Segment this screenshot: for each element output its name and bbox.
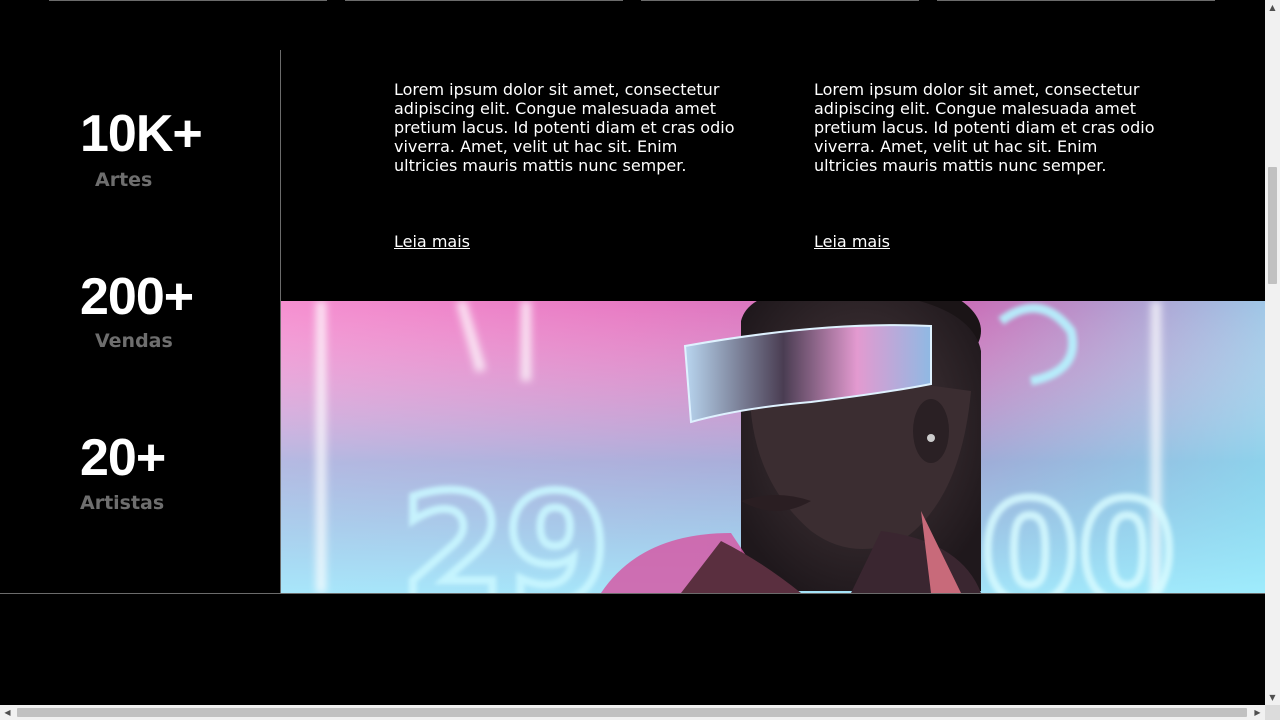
scroll-left-icon[interactable]: ◀ [0,705,15,720]
stat-label-artistas: Artistas [80,492,165,514]
horizontal-scrollbar[interactable]: ◀ ▶ [0,705,1265,720]
hero-image: 29 00 [281,301,1265,593]
horizontal-scroll-thumb[interactable] [17,708,1247,717]
svg-text:00: 00 [981,472,1176,593]
horizontal-divider [0,593,1265,594]
scroll-down-icon[interactable]: ▼ [1265,690,1280,705]
stat-number-vendas: 200+ [80,268,194,326]
neon-digits-left: 29 [401,463,610,593]
card-text-2: Lorem ipsum dolor sit amet, consectetur … [814,80,1155,175]
vertical-scroll-thumb[interactable] [1268,167,1277,284]
hero-illustration: 29 00 [281,301,1265,593]
top-divider-3 [641,0,919,1]
top-divider-1 [49,0,327,1]
scroll-right-icon[interactable]: ▶ [1250,705,1265,720]
stat-number-artes: 10K+ [80,105,203,163]
stat-label-vendas: Vendas [95,330,173,352]
scrollbar-corner [1265,705,1280,720]
card-text-1: Lorem ipsum dolor sit amet, consectetur … [394,80,735,175]
stat-number-artistas: 20+ [80,429,166,487]
top-divider-2 [345,0,623,1]
vertical-scrollbar[interactable]: ▲ ▼ [1265,0,1280,705]
stat-label-artes: Artes [95,169,153,191]
stats-column: 10K+ Artes 200+ Vendas 20+ Artistas [0,50,280,593]
read-more-link-1[interactable]: Leia mais [394,232,470,251]
scroll-up-icon[interactable]: ▲ [1265,0,1280,15]
top-divider-4 [937,0,1215,1]
read-more-link-2[interactable]: Leia mais [814,232,890,251]
